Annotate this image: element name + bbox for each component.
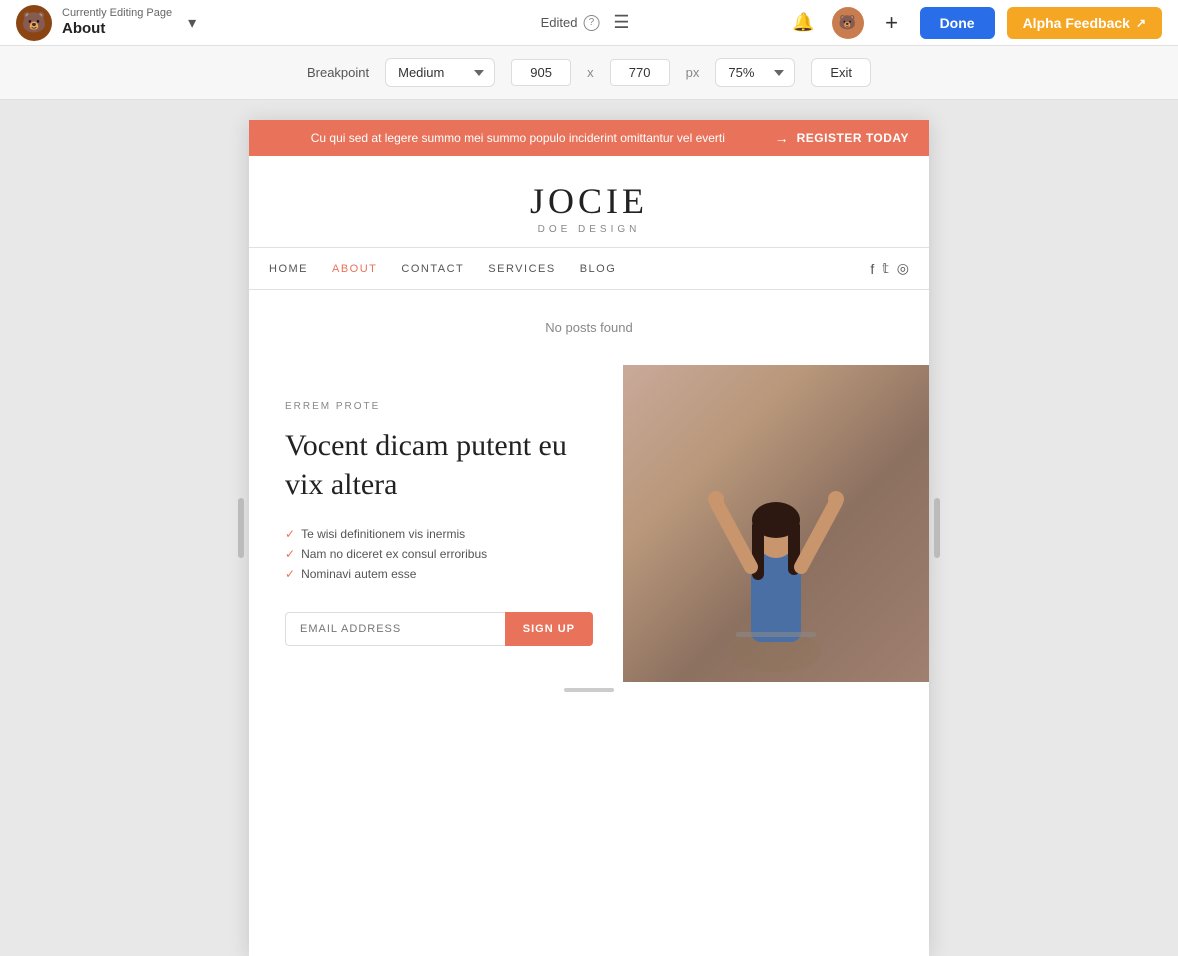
nav-link-blog[interactable]: BLOG [580, 263, 617, 275]
nav-link-services[interactable]: SERVICES [488, 263, 555, 275]
nav-socials: f 𝕥 ◎ [870, 260, 909, 277]
breakpoint-label: Breakpoint [307, 65, 369, 80]
breakpoint-select[interactable]: Small Medium Large [385, 58, 495, 87]
no-posts-text: No posts found [545, 320, 632, 335]
check-icon: ✓ [285, 567, 295, 581]
canvas-resize-handle-right[interactable] [934, 498, 940, 558]
page-info: Currently Editing Page About [62, 7, 172, 38]
promo-left: ERREM PROTE Vocent dicam putent eu vix a… [249, 365, 623, 682]
width-input[interactable] [511, 59, 571, 86]
page-name: About [62, 20, 172, 38]
notification-button[interactable]: 🔔 [788, 7, 820, 39]
promo-image-inner [623, 365, 929, 682]
top-bar-left: 🐻 Currently Editing Page About ▾ [16, 5, 196, 41]
x-separator: x [587, 65, 594, 80]
nav-links: HOME ABOUT CONTACT SERVICES BLOG [269, 263, 616, 275]
top-bar: 🐻 Currently Editing Page About ▾ Edited … [0, 0, 1178, 46]
facebook-icon[interactable]: f [870, 261, 874, 277]
done-button[interactable]: Done [920, 7, 995, 39]
nav-link-home[interactable]: HOME [269, 263, 308, 275]
promo-form: SIGN UP [285, 612, 593, 646]
scroll-bar [564, 688, 614, 692]
list-item: ✓ Nominavi autem esse [285, 564, 593, 584]
nav-link-contact[interactable]: CONTACT [401, 263, 464, 275]
no-posts-message: No posts found [249, 290, 929, 365]
announcement-bar[interactable]: Cu qui sed at legere summo mei summo pop… [249, 120, 929, 156]
announcement-arrow: → [775, 130, 789, 146]
alpha-feedback-label: Alpha Feedback [1023, 15, 1130, 31]
canvas-resize-handle-left[interactable] [238, 498, 244, 558]
alpha-feedback-button[interactable]: Alpha Feedback ↗ [1007, 7, 1162, 39]
px-label: px [686, 65, 700, 80]
announcement-text: Cu qui sed at legere summo mei summo pop… [269, 131, 767, 145]
nav-link-about[interactable]: ABOUT [332, 263, 377, 275]
zoom-select[interactable]: 50% 75% 100% 125% [715, 58, 795, 87]
top-bar-right: 🔔 🐻 + Done Alpha Feedback ↗ [788, 7, 1162, 39]
checklist-item-2: Nam no diceret ex consul erroribus [301, 547, 487, 561]
promo-section: ERREM PROTE Vocent dicam putent eu vix a… [249, 365, 929, 682]
signup-button[interactable]: SIGN UP [505, 612, 593, 646]
list-item: ✓ Nam no diceret ex consul erroribus [285, 544, 593, 564]
canvas-area: Cu qui sed at legere summo mei summo pop… [0, 100, 1178, 956]
checklist-item-3: Nominavi autem esse [301, 567, 416, 581]
email-input[interactable] [285, 612, 505, 646]
instagram-icon[interactable]: ◎ [897, 260, 909, 277]
list-item: ✓ Te wisi definitionem vis inermis [285, 524, 593, 544]
woman-illustration [696, 392, 856, 682]
site-logo-name: JOCIE [269, 180, 909, 222]
announcement-cta: REGISTER TODAY [797, 131, 909, 145]
twitter-icon[interactable]: 𝕥 [882, 260, 889, 277]
external-link-icon: ↗ [1136, 16, 1146, 30]
checklist-item-1: Te wisi definitionem vis inermis [301, 527, 465, 541]
currently-editing-label: Currently Editing Page [62, 7, 172, 20]
promo-image [623, 365, 929, 682]
height-input[interactable] [610, 59, 670, 86]
check-icon: ✓ [285, 527, 295, 541]
site-nav: HOME ABOUT CONTACT SERVICES BLOG f 𝕥 ◎ [249, 248, 929, 290]
scroll-indicator [249, 682, 929, 698]
website-preview: Cu qui sed at legere summo mei summo pop… [249, 120, 929, 956]
check-icon: ✓ [285, 547, 295, 561]
site-header: JOCIE DOE DESIGN [249, 156, 929, 248]
site-logo-subtitle: DOE DESIGN [269, 224, 909, 235]
top-bar-center: Edited ? ☰ [541, 7, 638, 39]
promo-checklist: ✓ Te wisi definitionem vis inermis ✓ Nam… [285, 524, 593, 584]
list-icon-button[interactable]: ☰ [605, 7, 637, 39]
exit-button[interactable]: Exit [811, 58, 871, 87]
promo-tag: ERREM PROTE [285, 401, 593, 412]
chevron-down-icon[interactable]: ▾ [188, 13, 196, 33]
edited-label: Edited [541, 15, 578, 30]
avatar: 🐻 [16, 5, 52, 41]
info-icon[interactable]: ? [583, 15, 599, 31]
plus-button[interactable]: + [876, 7, 908, 39]
user-avatar-button[interactable]: 🐻 [832, 7, 864, 39]
toolbar: Breakpoint Small Medium Large x px 50% 7… [0, 46, 1178, 100]
promo-headline: Vocent dicam putent eu vix altera [285, 426, 593, 504]
